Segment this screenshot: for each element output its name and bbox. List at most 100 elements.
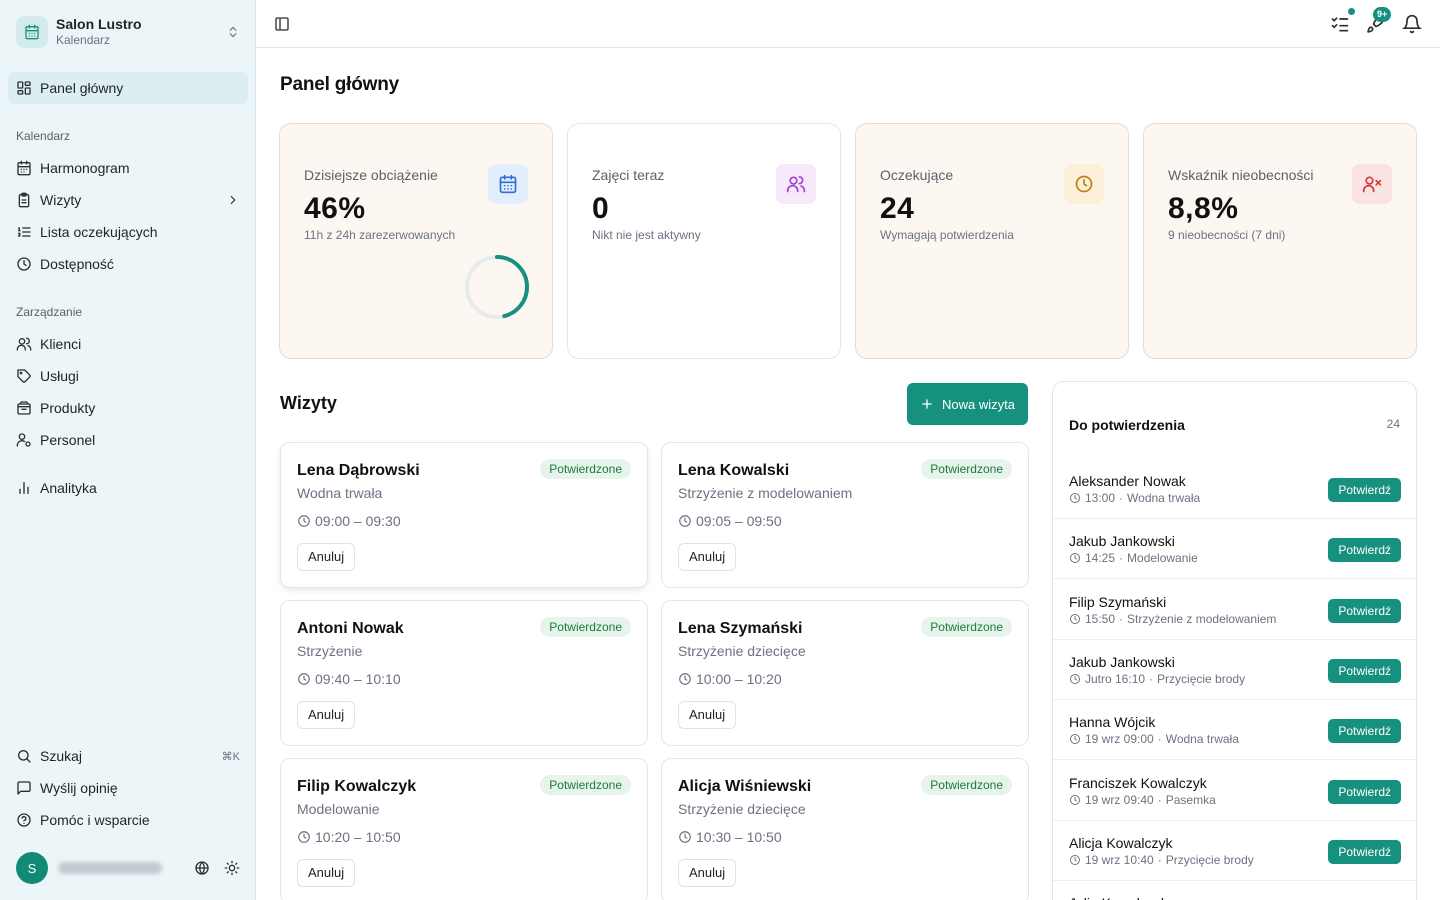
nav-group-calendar: Kalendarz [16,129,71,143]
sidebar-item-analytics[interactable]: Analityka [8,472,248,504]
layout-grid-icon [16,80,32,96]
task-list-icon[interactable] [1330,14,1350,34]
load-progress-ring [465,255,529,319]
calendar-days-icon [16,160,32,176]
time-range: 10:20 – 10:50 [315,829,401,845]
visit-time: 19 wrz 09:00 [1085,732,1154,747]
visit-time: 13:00 [1085,491,1116,505]
stat-value: 8,8% [1168,192,1239,225]
avatar[interactable]: S [16,852,48,884]
visit-time: 15:50 [1085,611,1116,626]
confirm-button[interactable]: Potwierdź [1328,478,1401,502]
visit-service: Modelowanie [1127,551,1198,566]
confirm-button[interactable]: Potwierdź [1328,598,1401,623]
sidebar-item-visits[interactable]: Wizyty [8,184,248,216]
confirm-button[interactable]: Potwierdź [1328,538,1401,563]
separator: · [1119,611,1124,626]
confirmation-row: Aleksander Nowak 13:00 · Wodna trwała Po… [1053,459,1416,519]
appointment-card[interactable]: Filip Kowalczyk Modelowanie 10:20 – 10:5… [280,758,648,900]
sidebar-item-availability[interactable]: Dostępność [8,248,248,280]
calendar-icon [488,164,528,204]
client-name: Alicja Wiśniewski [678,778,812,795]
visit-meta: 13:00 · Wodna trwała [1069,491,1200,505]
separator: · [1157,732,1162,747]
sidebar-item-clients[interactable]: Klienci [8,328,248,360]
visit-service: Strzyżenie z modelowaniem [1127,611,1277,626]
sidebar-item-schedule[interactable]: Harmonogram [8,152,248,184]
client-name: Jakub Jankowski [1069,533,1175,550]
appointment-card[interactable]: Lena Kowalski Strzyżenie z modelowaniem … [661,442,1029,588]
visit-time: 19 wrz 10:40 [1085,852,1154,867]
appointment-card[interactable]: Antoni Nowak Strzyżenie 09:40 – 10:10 Po… [280,600,648,746]
separator: · [1119,551,1124,566]
new-visit-label: Nowa wizyta [942,396,1015,412]
appointment-card[interactable]: Alicja Wiśniewski Strzyżenie dziecięce 1… [661,758,1029,900]
cancel-button[interactable]: Anuluj [678,543,737,571]
tag-icon [16,368,32,384]
confirm-button[interactable]: Potwierdź [1328,779,1401,804]
users-icon [776,164,816,204]
stat-value: 24 [880,192,915,225]
user-x-icon [1352,164,1392,204]
client-name: Lena Kowalski [678,462,790,479]
sidebar-item-label: Wyślij opinię [40,780,118,796]
visit-meta: 14:25 · Modelowanie [1069,551,1198,565]
confirm-button[interactable]: Potwierdź [1328,658,1401,683]
user-menu[interactable]: S [8,852,248,884]
clock-icon [1069,854,1081,866]
service-name: Strzyżenie [297,643,363,659]
visit-service: Przycięcie brody [1165,852,1254,867]
stat-label: Dzisiejsze obciążenie [304,167,438,183]
bar-chart-icon [16,480,32,496]
cancel-button[interactable]: Anuluj [678,701,737,729]
separator: · [1149,671,1154,686]
sidebar-item-dashboard[interactable]: Panel główny [8,72,248,104]
stat-value: 0 [592,192,610,225]
globe-icon[interactable] [194,860,210,876]
sidebar-item-feedback[interactable]: Wyślij opinię [8,772,248,804]
sidebar-item-search[interactable]: Szukaj ⌘K [8,740,248,772]
page-title: Panel główny [280,74,400,95]
cancel-button[interactable]: Anuluj [297,859,356,887]
appointment-card[interactable]: Lena Szymański Strzyżenie dziecięce 10:0… [661,600,1029,746]
sidebar-item-services[interactable]: Usługi [8,360,248,392]
org-switcher[interactable]: Salon Lustro Kalendarz [8,8,248,56]
visit-meta: 19 wrz 09:40 · Pasemka [1069,793,1216,807]
sun-icon[interactable] [224,860,240,876]
client-name: Aleksander Nowak [1069,473,1186,489]
status-badge: Potwierdzone [921,617,1012,637]
message-square-icon [16,780,32,796]
sidebar-toggle-icon[interactable] [274,16,290,32]
visit-meta: Jutro 16:10 · Przycięcie brody [1069,672,1245,686]
client-name: Filip Kowalczyk [297,778,417,795]
sidebar-item-staff[interactable]: Personel [8,424,248,456]
sidebar-item-help[interactable]: Pomóc i wsparcie [8,804,248,836]
clock-icon [1069,492,1081,504]
confirm-button[interactable]: Potwierdź [1328,839,1401,864]
cancel-button[interactable]: Anuluj [297,701,356,729]
sidebar-item-label: Panel główny [40,80,124,96]
user-cog-icon [16,432,32,448]
bell-icon[interactable] [1402,14,1422,34]
cancel-button[interactable]: Anuluj [297,543,356,571]
cancel-button[interactable]: Anuluj [678,859,737,887]
sidebar-item-products[interactable]: Produkty [8,392,248,424]
stat-subtext: 11h z 24h zarezerwowanych [304,228,456,242]
clock-icon [678,830,692,844]
help-circle-icon [16,812,32,828]
confirmation-row: Filip Szymański 15:50 · Strzyżenie z mod… [1053,580,1416,640]
new-visit-button[interactable]: Nowa wizyta [907,383,1028,425]
confirmation-row: Jakub Jankowski 14:25 · Modelowanie Potw… [1053,519,1416,580]
sidebar-item-waitlist[interactable]: Lista oczekujących [8,216,248,248]
confirm-button[interactable]: Potwierdź [1328,719,1401,744]
status-badge: Potwierdzone [921,459,1012,479]
sidebar-item-label: Usługi [40,368,79,384]
service-name: Strzyżenie dziecięce [678,801,806,817]
client-name: Lena Szymański [678,620,803,637]
stat-subtext: Nikt nie jest aktywny [592,228,701,242]
stat-subtext: 9 nieobecności (7 dni) [1168,228,1286,242]
sidebar-item-label: Produkty [40,400,96,416]
appointment-card[interactable]: Lena Dąbrowski Wodna trwała 09:00 – 09:3… [280,442,648,588]
stat-card-pending: Oczekujące 24 Wymagają potwierdzenia [855,123,1129,359]
clock-icon [16,256,32,272]
